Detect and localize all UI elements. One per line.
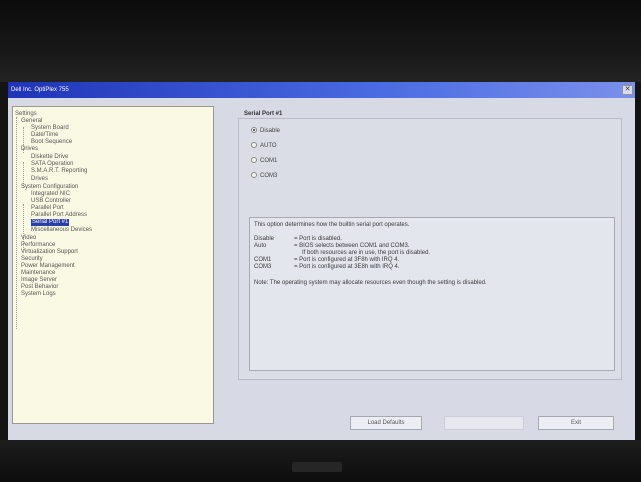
tree-item-system-logs[interactable]: System Logs [21, 291, 56, 298]
monitor-bezel-bottom [0, 440, 641, 482]
radio-unselected-icon [251, 157, 257, 164]
radio-unselected-icon [251, 172, 257, 179]
description-box: This option determines how the builtin s… [249, 217, 615, 371]
tree-item-diskette-drive[interactable]: Diskette Drive [31, 154, 68, 161]
tree-item-drives-group[interactable]: Drives [21, 146, 38, 153]
tree-item-sata-operation[interactable]: SATA Operation [31, 161, 73, 168]
description-key: Disable [254, 236, 275, 242]
radio-label: AUTO [260, 143, 277, 149]
tree-item-general[interactable]: General [21, 118, 42, 125]
window-titlebar: Dell Inc. OptiPlex 755 ✕ [8, 82, 635, 98]
radio-label: Disable [260, 128, 281, 134]
exit-button[interactable]: Exit [538, 416, 614, 430]
tree-connector [16, 117, 17, 329]
tree-item-drives[interactable]: Drives [31, 176, 48, 183]
tree-item-miscellaneous-devices[interactable]: Miscellaneous Devices [31, 227, 92, 234]
tree-item-video[interactable]: Video [21, 235, 36, 242]
tree-item-virtualization-support[interactable]: Virtualization Support [21, 249, 78, 256]
description-text: If both resources are in use, the port i… [302, 250, 431, 256]
radio-selected-icon [251, 127, 257, 134]
monitor-bezel-right [635, 82, 641, 442]
description-text: = Port is disabled. [294, 236, 342, 242]
description-text: = Port is configured at 3F8h with IRQ 4. [294, 257, 400, 263]
radio-label: COM1 [260, 158, 278, 164]
apply-button[interactable] [444, 416, 524, 430]
radio-com3[interactable]: COM3 [251, 172, 277, 180]
tree-item-date-time[interactable]: Date/Time [31, 132, 58, 139]
tree-item-image-server[interactable]: Image Server [21, 277, 57, 284]
description-note: Note: The operating system may allocate … [254, 280, 487, 286]
description-key: Auto [254, 243, 267, 249]
tree-item-usb-controller[interactable]: USB Controller [31, 198, 71, 205]
radio-auto[interactable]: AUTO [251, 142, 277, 150]
serial-port-group: Disable AUTO COM1 COM3 This option deter… [238, 118, 622, 380]
description-text: = Port is configured at 3E8h with IRQ 4. [294, 264, 400, 270]
tree-item-maintenance[interactable]: Maintenance [21, 270, 55, 277]
description-intro: This option determines how the builtin s… [254, 222, 410, 228]
tree-item-system-board[interactable]: System Board [31, 125, 69, 132]
bios-setup-window: Dell Inc. OptiPlex 755 ✕ Settings Genera… [8, 82, 635, 440]
tree-item-boot-sequence[interactable]: Boot Sequence [31, 139, 72, 146]
section-title: Serial Port #1 [244, 111, 283, 117]
settings-tree: Settings General System Board Date/Time … [12, 106, 214, 424]
radio-com1[interactable]: COM1 [251, 157, 277, 165]
monitor-bezel-top [0, 0, 641, 82]
close-button[interactable]: ✕ [622, 85, 633, 95]
load-defaults-button[interactable]: Load Defaults [350, 416, 422, 430]
close-icon: ✕ [624, 86, 631, 93]
description-key: COM3 [254, 264, 272, 270]
tree-item-serial-port-1[interactable]: Serial Port #1 [31, 219, 70, 226]
monitor-bezel-left [0, 82, 8, 442]
tree-item-post-behavior[interactable]: Post Behavior [21, 284, 58, 291]
tree-item-settings[interactable]: Settings [15, 111, 37, 118]
tree-item-parallel-port[interactable]: Parallel Port [31, 205, 64, 212]
tree-item-smart-reporting[interactable]: S.M.A.R.T. Reporting [31, 168, 87, 175]
window-title: Dell Inc. OptiPlex 755 [11, 87, 69, 93]
tree-item-power-management[interactable]: Power Management [21, 263, 75, 270]
tree-item-integrated-nic[interactable]: Integrated NIC [31, 191, 70, 198]
monitor-logo [292, 462, 342, 472]
description-text: = BIOS selects between COM1 and COM3. [294, 243, 410, 249]
tree-item-security[interactable]: Security [21, 256, 43, 263]
tree-item-performance[interactable]: Performance [21, 242, 55, 249]
radio-label: COM3 [260, 173, 278, 179]
description-key: COM1 [254, 257, 272, 263]
tree-item-parallel-port-address[interactable]: Parallel Port Address [31, 212, 87, 219]
radio-unselected-icon [251, 142, 257, 149]
tree-item-system-configuration[interactable]: System Configuration [21, 184, 78, 191]
serial-port-panel: Serial Port #1 Disable AUTO COM1 COM3 Th… [232, 106, 632, 406]
radio-disable[interactable]: Disable [251, 127, 280, 135]
